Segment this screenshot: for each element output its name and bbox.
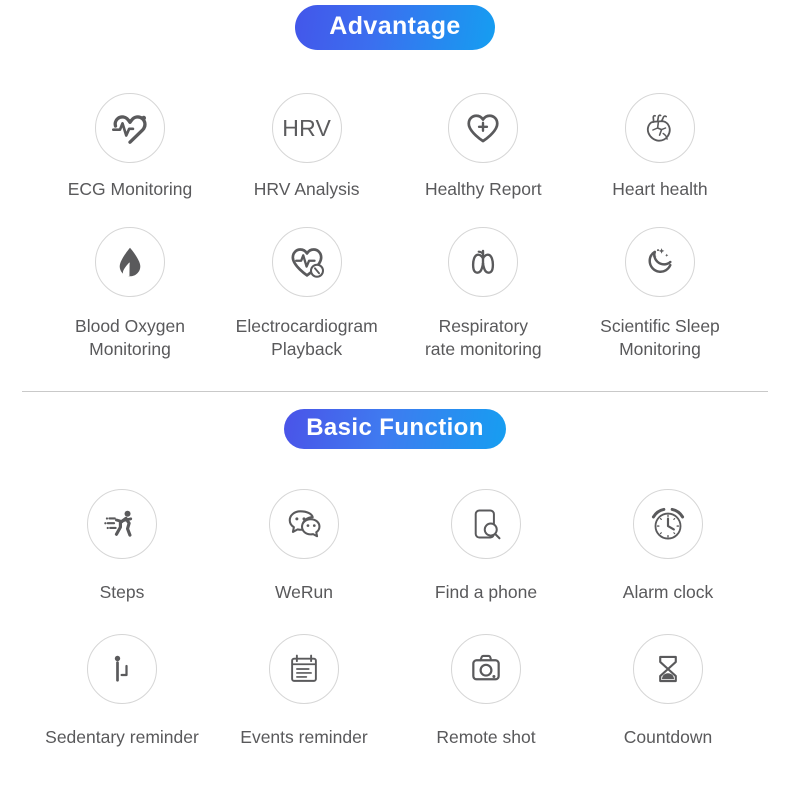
advantage-badge: Advantage xyxy=(295,5,495,50)
feature-icon-circle xyxy=(269,489,339,560)
feature-icon-circle xyxy=(269,634,339,705)
feature-icon-circle xyxy=(448,93,519,163)
feature-label: Electrocardiogram Playback xyxy=(235,316,378,360)
running-person-icon xyxy=(104,510,133,537)
feature-werun[interactable]: WeRun xyxy=(216,489,392,604)
feature-steps[interactable]: Steps xyxy=(34,489,210,604)
feature-healthy-report[interactable]: Healthy Report xyxy=(395,93,571,201)
advantage-row-1: ECG Monitoring HRV HRV Analysis Healthy … xyxy=(0,93,790,201)
moon-stars-icon xyxy=(648,248,672,274)
basic-row-2: Sedentary reminder Events reminder Remot… xyxy=(0,634,790,749)
basic-function-badge: Basic Function xyxy=(284,409,506,450)
basic-row-1: Steps WeRun Find a phone Alarm clock xyxy=(0,489,790,604)
heart-pulse-icon xyxy=(112,115,147,144)
feature-hrv-analysis[interactable]: HRV HRV Analysis xyxy=(219,93,395,201)
feature-icon-circle xyxy=(633,489,703,560)
feature-label: Respiratory rate monitoring xyxy=(424,316,542,360)
feature-blood-oxygen-monitoring[interactable]: Blood Oxygen Monitoring xyxy=(42,227,218,361)
hrv-text-icon: HRV xyxy=(282,114,332,141)
feature-heart-health[interactable]: Heart health xyxy=(572,93,748,201)
section-divider xyxy=(22,391,768,393)
camera-icon xyxy=(472,655,500,681)
feature-label: Find a phone xyxy=(434,582,538,603)
feature-icon-circle xyxy=(95,93,165,163)
feature-label: Remote shot xyxy=(436,727,536,748)
feature-icon-circle xyxy=(624,93,695,163)
alarm-clock-icon xyxy=(651,508,685,540)
feature-countdown[interactable]: Countdown xyxy=(580,634,756,749)
phone-search-icon xyxy=(474,509,501,540)
feature-alarm-clock[interactable]: Alarm clock xyxy=(580,489,756,604)
feature-label: ECG Monitoring xyxy=(67,179,193,199)
feature-icon-circle xyxy=(448,227,519,298)
feature-icon-circle xyxy=(451,489,521,560)
feature-icon-circle xyxy=(95,227,165,298)
feature-ecg-monitoring[interactable]: ECG Monitoring xyxy=(42,93,218,201)
feature-label: Blood Oxygen Monitoring xyxy=(75,316,185,360)
feature-icon-circle xyxy=(451,634,521,705)
feature-respiratory-rate-monitoring[interactable]: Respiratory rate monitoring xyxy=(395,227,571,361)
chat-bubbles-icon xyxy=(288,510,321,538)
blood-drop-icon xyxy=(119,247,141,277)
feature-label: Healthy Report xyxy=(424,179,542,199)
feature-label: Countdown xyxy=(623,727,713,748)
feature-events-reminder[interactable]: Events reminder xyxy=(216,634,392,749)
standing-person-chair-icon xyxy=(114,656,128,682)
feature-icon-circle xyxy=(271,227,342,298)
feature-icon-circle xyxy=(624,227,695,298)
notepad-icon xyxy=(291,654,317,683)
feature-label: Heart health xyxy=(612,179,708,199)
advantage-row-2: Blood Oxygen Monitoring Electrocardiogra… xyxy=(0,227,790,391)
feature-icon-circle xyxy=(87,634,157,705)
feature-icon-circle xyxy=(633,634,703,705)
feature-label: Sedentary reminder xyxy=(45,727,199,748)
anatomical-heart-icon xyxy=(646,114,671,142)
lungs-icon xyxy=(472,249,495,274)
feature-sedentary-reminder[interactable]: Sedentary reminder xyxy=(34,634,210,749)
heart-plus-icon xyxy=(467,114,499,143)
feature-electrocardiogram-playback[interactable]: Electrocardiogram Playback xyxy=(219,227,395,361)
feature-label: Alarm clock xyxy=(622,582,714,603)
basic-function-section: Basic Function Steps WeRun Find a phone … xyxy=(0,409,790,749)
feature-find-a-phone[interactable]: Find a phone xyxy=(398,489,574,604)
feature-label: WeRun xyxy=(274,582,334,603)
feature-label: Events reminder xyxy=(240,727,368,748)
feature-remote-shot[interactable]: Remote shot xyxy=(398,634,574,749)
heart-ecg-playback-icon xyxy=(291,248,324,278)
feature-icon-circle: HRV xyxy=(271,93,342,163)
advantage-section: Advantage ECG Monitoring HRV HRV Analysi… xyxy=(0,0,790,391)
feature-scientific-sleep-monitoring[interactable]: Scientific Sleep Monitoring xyxy=(572,227,748,361)
feature-label: HRV Analysis xyxy=(253,179,360,199)
feature-icon-circle xyxy=(87,489,157,560)
advantage-badge-wrap: Advantage xyxy=(0,5,790,50)
feature-label: Steps xyxy=(99,582,145,603)
feature-label: Scientific Sleep Monitoring xyxy=(600,316,720,360)
basic-function-badge-wrap: Basic Function xyxy=(0,409,790,450)
hourglass-icon xyxy=(659,656,677,683)
